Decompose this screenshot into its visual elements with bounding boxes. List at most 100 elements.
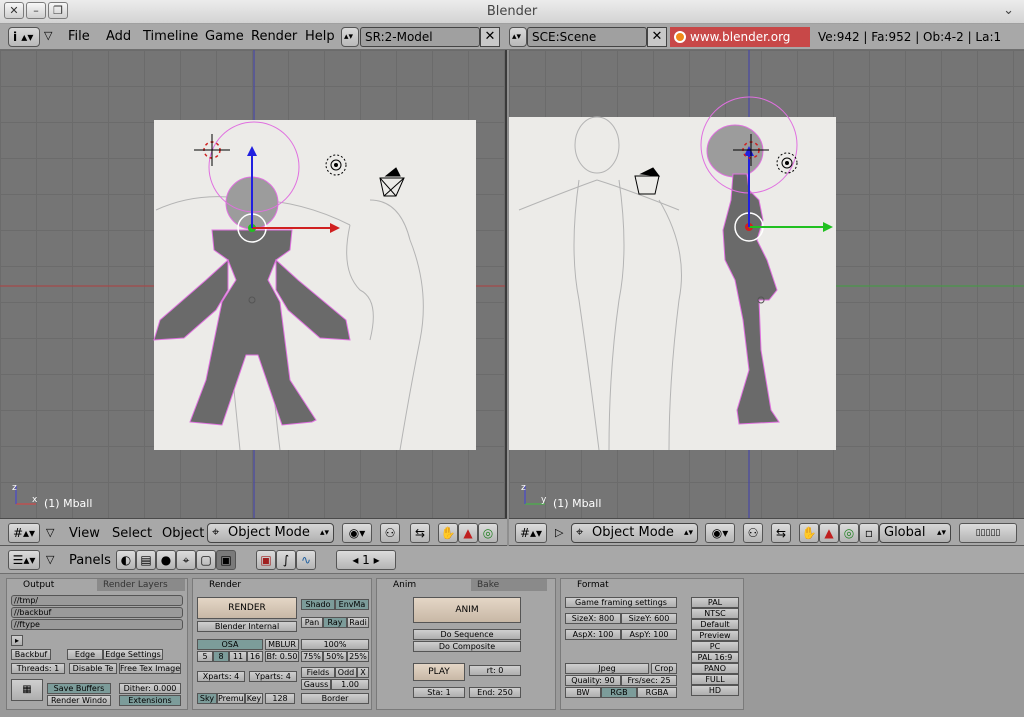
draw-type-icon[interactable]: ◉▾: [705, 523, 735, 543]
mblur-toggle[interactable]: MBLUR: [265, 639, 299, 650]
screen-browse-button[interactable]: ▴▾: [341, 27, 359, 47]
menu-file[interactable]: File: [68, 29, 90, 44]
pivot-icon[interactable]: ⚇: [743, 523, 763, 543]
render-window-grid-icon[interactable]: ▦: [11, 679, 43, 701]
collapse-menu-triangle-icon[interactable]: ▽: [44, 29, 52, 42]
crop-toggle[interactable]: Crop: [651, 663, 677, 674]
rt-field[interactable]: rt: 0: [469, 665, 521, 676]
preset-preview[interactable]: Preview: [691, 630, 739, 641]
manipulator-rotate-icon[interactable]: ◎: [478, 523, 498, 543]
fps-field[interactable]: Frs/sec: 25: [621, 675, 677, 686]
envmap-toggle[interactable]: EnvMa: [335, 599, 369, 610]
bake-tab[interactable]: Bake: [471, 579, 547, 591]
manipulator-translate-icon[interactable]: ▲: [458, 523, 478, 543]
pivot-icon[interactable]: ⚇: [380, 523, 400, 543]
editing-context-icon[interactable]: ▢: [196, 550, 216, 570]
editor-type-grid-icon[interactable]: #▴▾: [8, 523, 40, 543]
scene-browse-button[interactable]: ▴▾: [509, 27, 527, 47]
render-tab[interactable]: Render: [203, 579, 248, 591]
bits-select[interactable]: 128: [265, 693, 295, 704]
3d-viewport-front[interactable]: z x (1) Mball: [0, 50, 507, 518]
premul-toggle[interactable]: Premul: [217, 693, 245, 704]
bw-toggle[interactable]: BW: [565, 687, 601, 698]
transform-orientation-select[interactable]: Global ▴▾: [879, 523, 951, 543]
aspy-field[interactable]: AspY: 100: [621, 629, 677, 640]
render-engine-select[interactable]: Blender Internal: [197, 621, 297, 632]
editor-type-buttons-icon[interactable]: ☰▴▾: [8, 550, 40, 570]
preset-ntsc[interactable]: NTSC: [691, 608, 739, 619]
ray-toggle[interactable]: Ray: [323, 617, 347, 628]
quality-field[interactable]: Quality: 90: [565, 675, 621, 686]
rgba-toggle[interactable]: RGBA: [637, 687, 677, 698]
mode-select[interactable]: ⌖ Object Mode ▴▾: [571, 523, 698, 543]
manipulator-scale-icon[interactable]: ▫: [859, 523, 879, 543]
menu-timeline[interactable]: Timeline: [143, 29, 198, 44]
render-window-select[interactable]: Render Windo: [47, 695, 111, 706]
preset-pal169[interactable]: PAL 16:9: [691, 652, 739, 663]
manipulator-hand-icon[interactable]: ✋: [438, 523, 458, 543]
current-frame-field[interactable]: ◂ 1 ▸: [336, 550, 396, 570]
key-toggle[interactable]: Key: [245, 693, 263, 704]
radio-toggle[interactable]: Radi: [347, 617, 369, 628]
manipulator-hand-icon[interactable]: ✋: [799, 523, 819, 543]
sound-buttons-icon[interactable]: ∿: [296, 550, 316, 570]
size-25-toggle[interactable]: 25%: [347, 651, 369, 662]
layers-grid[interactable]: ▯▯▯▯▯: [959, 523, 1017, 543]
render-button[interactable]: RENDER: [197, 597, 297, 619]
file-format-select[interactable]: Jpeg: [565, 663, 649, 674]
anim-buttons-icon[interactable]: ∫: [276, 550, 296, 570]
layer-toggle-icon[interactable]: ⇆: [771, 523, 791, 543]
size-75-toggle[interactable]: 75%: [301, 651, 323, 662]
menu-view[interactable]: View: [69, 526, 100, 541]
draw-type-icon[interactable]: ◉▾: [342, 523, 372, 543]
menu-select[interactable]: Select: [112, 526, 152, 541]
output-path-field[interactable]: //tmp/: [11, 595, 183, 606]
menu-add[interactable]: Add: [106, 29, 131, 44]
preset-hd[interactable]: HD: [691, 685, 739, 696]
screen-delete-button[interactable]: ✕: [480, 27, 500, 47]
edge-toggle[interactable]: Edge: [67, 649, 103, 660]
collapse-menu-triangle-icon[interactable]: ▽: [46, 553, 54, 566]
preset-pal[interactable]: PAL: [691, 597, 739, 608]
layer-toggle-icon[interactable]: ⇆: [410, 523, 430, 543]
format-tab[interactable]: Format: [571, 579, 615, 591]
rgb-toggle[interactable]: RGB: [601, 687, 637, 698]
menu-game[interactable]: Game: [205, 29, 244, 44]
preset-pc[interactable]: PC: [691, 641, 739, 652]
expand-menu-triangle-icon[interactable]: ▷: [555, 526, 563, 539]
window-menu-chevron-icon[interactable]: ⌄: [1003, 3, 1014, 18]
save-buffers-toggle[interactable]: Save Buffers: [47, 683, 111, 694]
size-100-toggle[interactable]: 100%: [301, 639, 369, 650]
end-frame-field[interactable]: End: 250: [469, 687, 521, 698]
xparts-field[interactable]: Xparts: 4: [197, 671, 245, 682]
do-composite-toggle[interactable]: Do Composite: [413, 641, 521, 652]
blender-org-link[interactable]: www.blender.org 245: [670, 27, 810, 64]
osa-8-toggle[interactable]: 8: [213, 651, 229, 662]
osa-16-toggle[interactable]: 16: [247, 651, 263, 662]
shadow-toggle[interactable]: Shado: [301, 599, 335, 610]
menu-object[interactable]: Object: [162, 526, 204, 541]
do-sequence-toggle[interactable]: Do Sequence: [413, 629, 521, 640]
aspx-field[interactable]: AspX: 100: [565, 629, 621, 640]
preset-full[interactable]: FULL: [691, 674, 739, 685]
blur-factor-field[interactable]: Bf: 0.50: [265, 651, 299, 662]
osa-toggle[interactable]: OSA: [197, 639, 263, 650]
fields-toggle[interactable]: Fields: [301, 667, 335, 678]
sizex-field[interactable]: SizeX: 800: [565, 613, 621, 624]
editor-type-grid-icon[interactable]: #▴▾: [515, 523, 547, 543]
dither-field[interactable]: Dither: 0.000: [119, 683, 181, 694]
osa-5-toggle[interactable]: 5: [197, 651, 213, 662]
preset-pano[interactable]: PANO: [691, 663, 739, 674]
anim-button[interactable]: ANIM: [413, 597, 521, 623]
render-buttons-icon[interactable]: ▣: [256, 550, 276, 570]
render-layers-tab[interactable]: Render Layers: [97, 579, 185, 591]
border-toggle[interactable]: Border: [301, 693, 369, 704]
threads-field[interactable]: Threads: 1: [11, 663, 65, 674]
scene-link-icon[interactable]: ▸: [11, 635, 23, 646]
manipulator-translate-icon[interactable]: ▲: [819, 523, 839, 543]
manipulator-rotate-icon[interactable]: ◎: [839, 523, 859, 543]
gauss-select[interactable]: Gauss: [301, 679, 331, 690]
output-tab[interactable]: Output: [17, 579, 61, 591]
menu-help[interactable]: Help: [305, 29, 335, 44]
logic-context-icon[interactable]: ◐: [116, 550, 136, 570]
